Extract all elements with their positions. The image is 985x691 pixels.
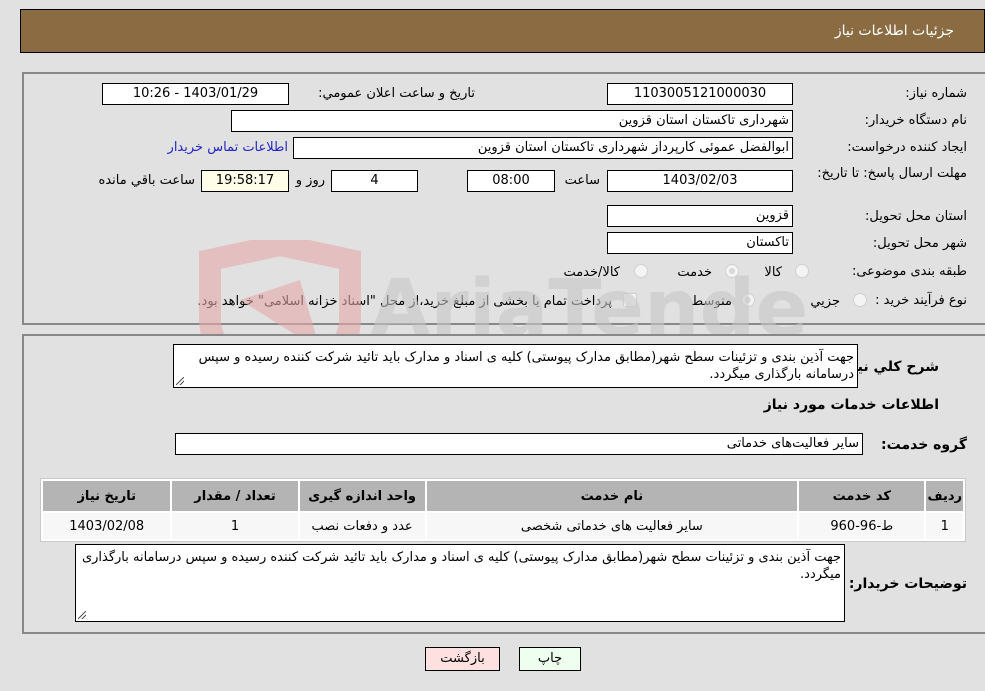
resize-grip-icon[interactable] (176, 377, 184, 385)
back-button[interactable]: بازگشت (425, 647, 500, 671)
description-textarea[interactable]: جهت آذین بندی و تزئینات سطح شهر(مطابق مد… (173, 344, 858, 388)
announce-datetime-field: 1403/01/29 - 10:26 (102, 83, 289, 105)
col-header-service-name: نام خدمت (426, 481, 798, 511)
days-label: روز و (295, 173, 325, 188)
delivery-city-field: تاکستان (607, 232, 793, 254)
deadline-time-field: 08:00 (467, 170, 555, 192)
cell-quantity: 1 (172, 513, 298, 539)
print-button[interactable]: چاپ (519, 647, 581, 671)
announce-datetime-label: تاریخ و ساعت اعلان عمومي: (318, 86, 475, 101)
purchase-type-radio-medium[interactable] (741, 293, 755, 307)
services-section-title: اطلاعات خدمات مورد نياز (763, 397, 939, 413)
col-header-row-number: رديف (926, 481, 963, 511)
cell-service-code: ط-96-960 (799, 513, 925, 539)
buyer-org-label: نام دستگاه خريدار: (864, 113, 967, 128)
service-group-label: گروه خدمت: (881, 437, 967, 453)
page-header: جزئیات اطلاعات نیاز (20, 9, 985, 53)
cell-unit: عدد و دفعات نصب (299, 513, 425, 539)
remaining-time-label: ساعت باقي مانده (98, 173, 195, 188)
services-table: رديف کد خدمت نام خدمت واحد اندازه گیری ت… (40, 478, 966, 542)
delivery-province-label: استان محل تحويل: (865, 209, 967, 224)
treasury-checkbox[interactable] (623, 293, 637, 307)
category-option-goods-service: کالا/خدمت (563, 265, 620, 280)
service-group-field: ساير فعاليت‌هاى خدماتى (175, 433, 863, 455)
cell-service-name: سایر فعالیت های خدماتی شخصی (426, 513, 798, 539)
col-header-need-date: تاریخ نیاز (43, 481, 171, 511)
deadline-time-label: ساعت (564, 173, 600, 188)
purchase-type-option-medium: متوسط (691, 294, 732, 309)
purchase-type-option-small: جزيي (810, 294, 840, 309)
requester-label: ایجاد کننده درخواست: (847, 140, 967, 155)
resize-grip-icon[interactable] (78, 611, 86, 619)
purchase-type-radio-small[interactable] (853, 293, 867, 307)
page-title: جزئیات اطلاعات نیاز (834, 23, 954, 39)
table-row: 1 ط-96-960 سایر فعالیت های خدماتی شخصی ع… (43, 513, 963, 539)
table-header-row: رديف کد خدمت نام خدمت واحد اندازه گیری ت… (43, 481, 963, 511)
description-text: جهت آذین بندی و تزئینات سطح شهر(مطابق مد… (198, 350, 854, 382)
requester-field: ابوالفضل عموئی کارپرداز شهرداری تاکستان … (293, 137, 793, 159)
category-option-service: خدمت (677, 265, 712, 280)
category-option-goods: کالا (764, 265, 782, 280)
buyer-contact-link[interactable]: اطلاعات تماس خريدار (168, 140, 288, 155)
remaining-days-field: 4 (331, 170, 418, 192)
cell-row-number: 1 (926, 513, 963, 539)
category-radio-goods-service[interactable] (634, 264, 648, 278)
cell-need-date: 1403/02/08 (43, 513, 171, 539)
treasury-note: پرداخت تمام يا بخشی از مبلغ خريد،از محل … (197, 294, 612, 309)
category-label: طبقه بندی موضوعی: (851, 264, 967, 279)
remaining-time-field: 19:58:17 (201, 170, 289, 192)
delivery-province-field: قزوین (607, 205, 793, 227)
buyer-org-field: شهرداری تاکستان استان قزوین (231, 110, 793, 132)
deadline-label: مهلت ارسال پاسخ: تا تاریخ: (817, 166, 967, 181)
purchase-type-label: نوع فرآيند خريد : (875, 293, 967, 308)
delivery-city-label: شهر محل تحويل: (872, 236, 967, 251)
category-radio-goods[interactable] (795, 264, 809, 278)
col-header-unit: واحد اندازه گیری (299, 481, 425, 511)
category-radio-service[interactable] (725, 264, 739, 278)
buyer-notes-text: جهت آذین بندی و تزئینات سطح شهر(مطابق مد… (81, 550, 841, 582)
need-number-label: شماره نیاز: (905, 86, 967, 101)
deadline-date-field: 1403/02/03 (607, 170, 793, 192)
need-number-field: 1103005121000030 (607, 83, 793, 105)
buyer-notes-textarea[interactable]: جهت آذین بندی و تزئینات سطح شهر(مطابق مد… (75, 544, 845, 622)
col-header-quantity: تعداد / مقدار (172, 481, 298, 511)
buyer-notes-label: توضيحات خريدار: (848, 576, 967, 592)
col-header-service-code: کد خدمت (799, 481, 925, 511)
